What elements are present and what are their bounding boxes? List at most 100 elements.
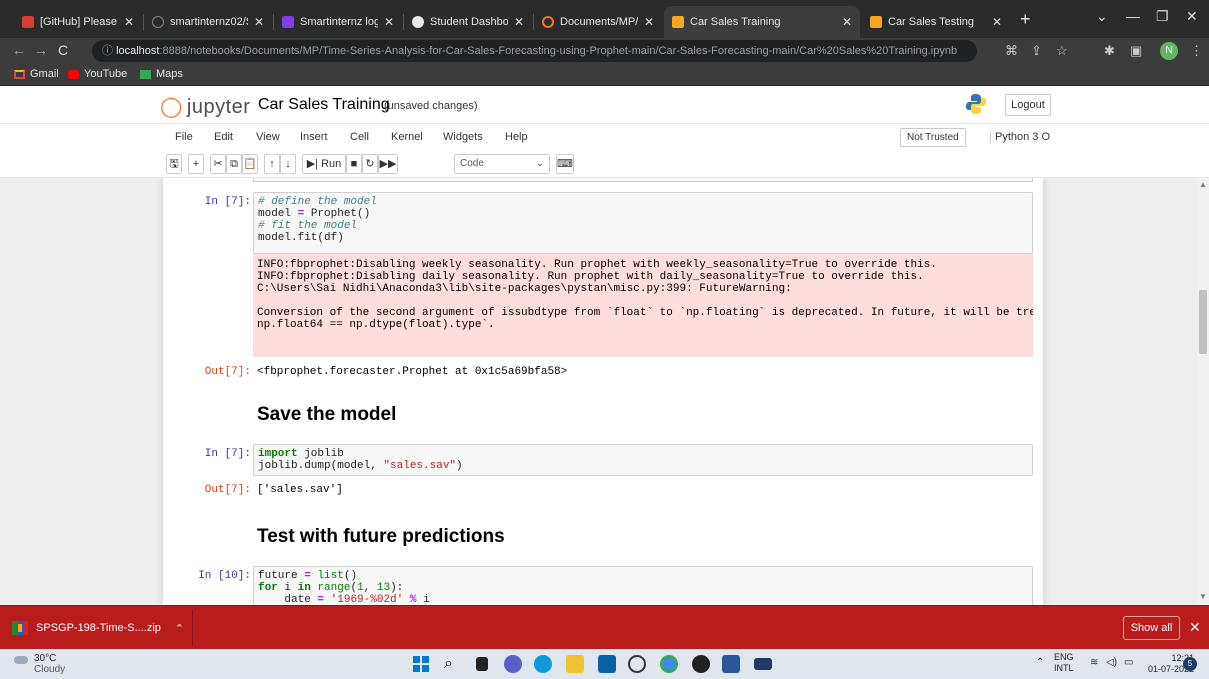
restart-button[interactable]: ↻ (362, 154, 378, 174)
tab-smartinternz-login[interactable]: Smartinternz login - Y ✕ (274, 6, 402, 38)
chrome-icon[interactable] (660, 655, 678, 673)
menu-kernel[interactable]: Kernel (391, 131, 423, 143)
bookmark-maps[interactable]: Maps (140, 68, 183, 80)
bookmark-gmail[interactable]: Gmail (14, 68, 59, 80)
close-tab-icon[interactable]: ✕ (254, 15, 264, 29)
sidepanel-icon[interactable]: ▣ (1130, 43, 1142, 59)
code-token: model.fit(df) (258, 232, 344, 244)
code-token: Prophet() (304, 208, 371, 220)
close-tab-icon[interactable]: ✕ (514, 15, 524, 29)
menu-edit[interactable]: Edit (214, 131, 233, 143)
move-down-button[interactable]: ↓ (280, 154, 296, 174)
menu-view[interactable]: View (256, 131, 280, 143)
cut-button[interactable]: ✂ (210, 154, 226, 174)
copy-button[interactable]: ⧉ (226, 154, 242, 174)
tray-overflow-icon[interactable]: ⌃ (1036, 657, 1044, 668)
code-cell-future-predictions[interactable]: future = list() for i in range(1, 13): da… (253, 566, 1033, 605)
jupyter-logo[interactable]: ◯ jupyter (160, 94, 250, 119)
scroll-down-icon[interactable]: ▼ (1199, 592, 1207, 601)
tab-documents-mp[interactable]: Documents/MP/Time ✕ (534, 6, 662, 38)
menu-insert[interactable]: Insert (300, 131, 328, 143)
new-tab-button[interactable]: + (1020, 10, 1031, 28)
word-icon[interactable] (722, 655, 740, 673)
share-icon[interactable]: ⇪ (1031, 43, 1042, 59)
code-cell-save-model[interactable]: import joblib joblib.dump(model, "sales.s… (253, 444, 1033, 476)
tab-car-sales-training[interactable]: Car Sales Training ✕ (664, 6, 860, 38)
show-all-downloads-button[interactable]: Show all (1123, 616, 1180, 640)
extensions-icon[interactable]: ✱ (1104, 43, 1115, 59)
cell-type-select[interactable]: Code ⌄ (454, 154, 550, 174)
close-tab-icon[interactable]: ✕ (842, 15, 852, 29)
edge-icon[interactable] (534, 655, 552, 673)
menu-widgets[interactable]: Widgets (443, 131, 483, 143)
profile-avatar[interactable]: N (1160, 42, 1178, 60)
file-explorer-icon[interactable] (566, 655, 584, 673)
menu-file[interactable]: File (175, 131, 193, 143)
move-up-button[interactable]: ↑ (264, 154, 280, 174)
task-view-icon[interactable] (476, 657, 488, 671)
close-shelf-icon[interactable]: ✕ (1189, 619, 1201, 636)
command-palette-button[interactable]: ⌨ (556, 154, 574, 174)
previous-cell[interactable] (253, 178, 1033, 182)
bookmark-youtube[interactable]: YouTube (68, 68, 127, 80)
address-bar[interactable]: ⓘ localhost:8888/notebooks/Documents/MP/… (92, 40, 977, 62)
close-tab-icon[interactable]: ✕ (992, 15, 1002, 29)
paste-button[interactable]: 📋 (242, 154, 258, 174)
code-cell-define-model[interactable]: # define the model model = Prophet() # fit… (253, 192, 1033, 254)
menu-cell[interactable]: Cell (350, 131, 369, 143)
translate-icon[interactable]: ⌘ (1005, 43, 1018, 59)
restart-run-all-button[interactable]: ▶▶ (378, 154, 398, 174)
kernel-indicator[interactable]: Python 3 O (990, 131, 1050, 143)
scrollbar-thumb[interactable] (1199, 290, 1207, 354)
notebook-title[interactable]: Car Sales Training (258, 96, 390, 114)
notebook-scrollbar[interactable]: ▲ ▼ (1197, 178, 1209, 605)
language-indicator[interactable]: ENG INTL (1054, 652, 1074, 674)
interrupt-button[interactable]: ■ (346, 154, 362, 174)
minimize-button[interactable]: — (1126, 8, 1140, 24)
app-icon[interactable] (754, 658, 772, 670)
close-tab-icon[interactable]: ✕ (644, 15, 654, 29)
insert-cell-button[interactable]: + (188, 154, 204, 174)
tab-smartinternz-repo[interactable]: smartinternz02/SPSGP ✕ (144, 6, 272, 38)
reload-icon[interactable]: C (58, 42, 68, 58)
browser-menu-icon[interactable]: ⋮ (1190, 43, 1203, 59)
run-button[interactable]: ▶| Run (302, 154, 346, 174)
weather-widget[interactable]: 30°C Cloudy (14, 653, 65, 675)
search-icon[interactable]: ⌕ (444, 655, 462, 673)
notebook-scroll-area[interactable]: In [7]: # define the model model = Prophe… (0, 178, 1197, 605)
markdown-heading-save-model[interactable]: Save the model (257, 404, 396, 426)
markdown-heading-test-predictions[interactable]: Test with future predictions (257, 526, 505, 548)
battery-icon[interactable]: ▭ (1124, 657, 1133, 668)
scroll-up-icon[interactable]: ▲ (1199, 180, 1207, 189)
chevron-up-icon[interactable]: ⌃ (175, 622, 184, 635)
close-tab-icon[interactable]: ✕ (384, 15, 394, 29)
dell-icon[interactable] (628, 655, 646, 673)
save-button[interactable]: 🖫 (166, 154, 182, 174)
chat-icon[interactable] (504, 655, 522, 673)
forward-icon[interactable]: → (34, 42, 48, 58)
info-icon[interactable]: ⓘ (102, 45, 116, 57)
bookmark-star-icon[interactable]: ☆ (1056, 43, 1068, 59)
volume-icon[interactable]: ◁) (1106, 657, 1117, 668)
close-window-button[interactable]: ✕ (1186, 8, 1198, 25)
tab-github-reset[interactable]: [GitHub] Please reset ✕ (14, 6, 142, 38)
tab-title: Car Sales Training (690, 16, 781, 28)
wifi-icon[interactable]: ≋ (1090, 657, 1098, 668)
menu-help[interactable]: Help (505, 131, 528, 143)
close-tab-icon[interactable]: ✕ (124, 15, 134, 29)
zip-file-icon (12, 621, 28, 635)
notification-badge[interactable]: 5 (1183, 657, 1197, 671)
tab-student-dashboard[interactable]: Student Dashboard ✕ (404, 6, 532, 38)
weather-condition: Cloudy (34, 664, 66, 675)
mail-icon[interactable] (598, 655, 616, 673)
logout-button[interactable]: Logout (1005, 94, 1051, 116)
bookmark-label: Maps (156, 68, 183, 80)
media-player-icon[interactable] (692, 655, 710, 673)
trust-button[interactable]: Not Trusted (900, 128, 966, 147)
tab-search-icon[interactable]: ⌄ (1096, 8, 1108, 25)
download-item[interactable]: SPSGP-198-Time-S....zip ⌃ (12, 614, 184, 642)
windows-start-icon[interactable] (412, 655, 430, 673)
tab-car-sales-testing[interactable]: Car Sales Testing ✕ (862, 6, 1010, 38)
maximize-button[interactable]: ❐ (1156, 8, 1169, 25)
back-icon[interactable]: ← (12, 42, 26, 58)
